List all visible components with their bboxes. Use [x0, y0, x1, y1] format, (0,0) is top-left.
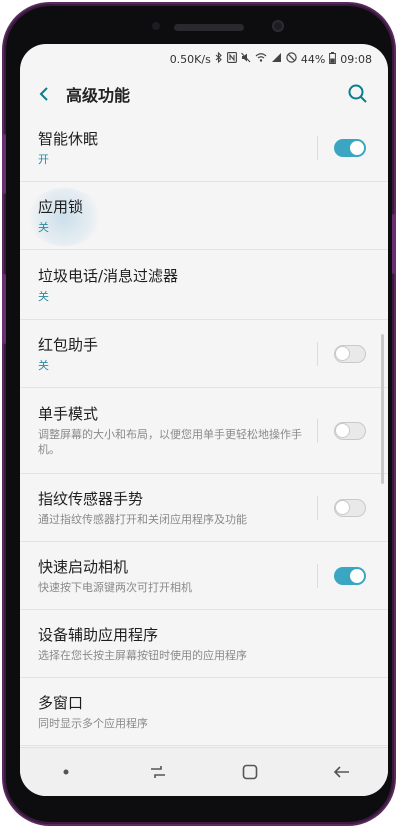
setting-title: 应用锁 [38, 197, 84, 216]
divider [317, 135, 318, 160]
divider [317, 495, 318, 520]
screen: 0.50K/s 44% 09:08 高级功能 智能休眠 开 应用锁 关 垃圾电话… [20, 44, 388, 796]
toggle-knob [335, 499, 350, 515]
signal-icon [271, 52, 282, 66]
setting-title: 多窗口 [38, 693, 84, 712]
setting-device-assist-app[interactable]: 设备辅助应用程序 选择在您长按主屏幕按钮时使用的应用程序 [20, 610, 388, 678]
toggle-knob [349, 567, 365, 584]
recent-apps-icon [151, 766, 165, 778]
setting-spam-filter[interactable]: 垃圾电话/消息过滤器 关 [20, 250, 388, 320]
one-hand-mode-toggle[interactable] [334, 421, 366, 440]
nfc-icon [226, 52, 237, 66]
setting-status: 关 [38, 289, 49, 303]
setting-description: 选择在您长按主屏幕按钮时使用的应用程序 [38, 648, 247, 662]
back-nav-icon [333, 766, 349, 778]
battery-icon [329, 51, 337, 67]
dot-indicator [46, 757, 86, 787]
toggle-knob [335, 345, 350, 361]
divider [317, 563, 318, 588]
dnd-icon [286, 52, 297, 66]
setting-smart-sleep[interactable]: 智能休眠 开 [20, 114, 388, 182]
bluetooth-icon [215, 51, 223, 66]
clock: 09:08 [340, 52, 372, 66]
setting-red-packet[interactable]: 红包助手 关 [20, 320, 388, 388]
quick-camera-toggle[interactable] [334, 566, 366, 585]
setting-description: 调整屏幕的大小和布局，以便您用单手更轻松地操作手机。 [38, 428, 302, 456]
recent-apps-button[interactable] [138, 757, 178, 787]
network-speed: 0.50K/s [169, 52, 211, 66]
setting-multi-window[interactable]: 多窗口 同时显示多个应用程序 [20, 678, 388, 746]
fingerprint-gestures-toggle[interactable] [334, 498, 366, 517]
setting-description: 通过指纹传感器打开和关闭应用程序及功能 [38, 512, 247, 526]
setting-title: 红包助手 [38, 335, 99, 354]
scrollbar[interactable] [381, 334, 384, 484]
home-button[interactable] [230, 757, 270, 787]
setting-status: 开 [38, 152, 49, 166]
earpiece-speaker [174, 24, 244, 31]
search-button[interactable] [346, 82, 370, 106]
setting-title: 垃圾电话/消息过滤器 [38, 266, 179, 285]
power-key [392, 214, 396, 274]
setting-one-hand-mode[interactable]: 单手模式 调整屏幕的大小和布局，以便您用单手更轻松地操作手机。 [20, 388, 388, 474]
setting-app-lock[interactable]: 应用锁 关 [20, 182, 388, 250]
divider [317, 341, 318, 366]
setting-description: 快速按下电源键两次可打开相机 [38, 580, 192, 594]
search-icon [348, 84, 367, 103]
back-nav-button[interactable] [322, 757, 362, 787]
toggle-knob [349, 139, 365, 156]
back-button[interactable] [30, 80, 58, 108]
setting-fingerprint-gestures[interactable]: 指纹传感器手势 通过指纹传感器打开和关闭应用程序及功能 [20, 474, 388, 542]
setting-title: 单手模式 [38, 405, 99, 423]
setting-title: 指纹传感器手势 [38, 489, 144, 508]
home-icon [242, 764, 258, 780]
proximity-sensor [152, 22, 160, 30]
bixby-key [2, 134, 6, 194]
wifi-icon [255, 52, 267, 66]
setting-description: 同时显示多个应用程序 [38, 716, 148, 730]
divider [317, 418, 318, 443]
setting-status: 关 [38, 220, 49, 234]
setting-quick-camera[interactable]: 快速启动相机 快速按下电源键两次可打开相机 [20, 542, 388, 610]
red-packet-toggle[interactable] [334, 344, 366, 363]
back-arrow-icon [39, 87, 48, 101]
setting-status: 关 [38, 358, 49, 372]
volume-key [2, 274, 6, 344]
setting-title: 快速启动相机 [38, 557, 129, 576]
status-bar: 0.50K/s 44% 09:08 [20, 44, 388, 74]
phone-frame: 0.50K/s 44% 09:08 高级功能 智能休眠 开 应用锁 关 垃圾电话… [2, 4, 396, 824]
app-bar: 高级功能 [20, 74, 388, 114]
front-camera [272, 20, 284, 32]
navigation-bar [20, 747, 388, 796]
page-title: 高级功能 [66, 86, 131, 105]
setting-title: 智能休眠 [38, 129, 99, 148]
battery-percent: 44% [300, 52, 326, 66]
mute-icon [240, 52, 251, 66]
settings-list: 智能休眠 开 应用锁 关 垃圾电话/消息过滤器 关 红包助手 关 单手模式 调整… [20, 114, 388, 746]
smart-sleep-toggle[interactable] [334, 138, 366, 157]
setting-title: 设备辅助应用程序 [38, 625, 159, 644]
toggle-knob [335, 422, 350, 438]
